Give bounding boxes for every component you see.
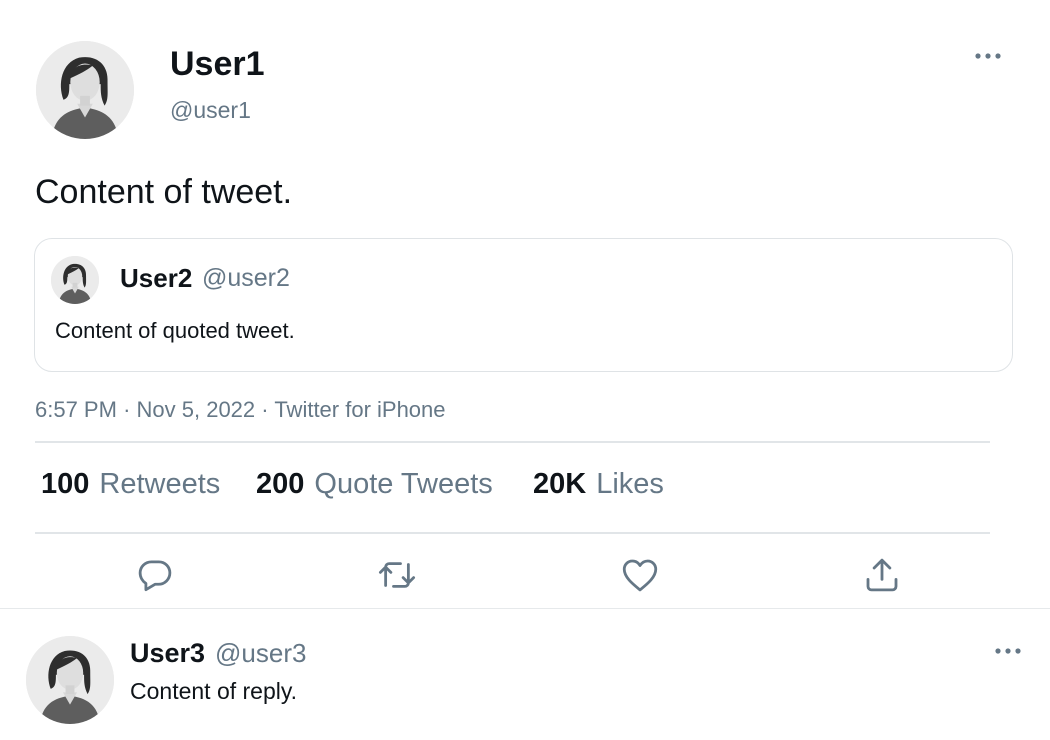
tweet-meta: 6:57 PM · Nov 5, 2022 · Twitter for iPho… — [35, 395, 446, 425]
reply-content: Content of reply. — [130, 678, 298, 704]
retweet-icon — [378, 562, 416, 588]
user3-name[interactable]: User3 — [130, 636, 205, 670]
user3-handle[interactable]: @user3 — [215, 636, 306, 670]
quote-tweets-stat[interactable]: 200 Quote Tweets — [256, 466, 493, 502]
reply-button[interactable] — [134, 554, 176, 596]
user2-name[interactable]: User2 — [120, 262, 192, 294]
user2-avatar[interactable] — [51, 256, 99, 304]
user2-handle[interactable]: @user2 — [202, 262, 290, 294]
user-avatar-icon — [51, 256, 99, 304]
heart-icon — [622, 559, 658, 592]
meta-separator: · — [261, 397, 269, 422]
divider — [35, 441, 990, 443]
retweets-count: 100 — [41, 468, 90, 500]
reply-icon — [138, 560, 172, 592]
reply-more-options-button[interactable] — [992, 640, 1024, 662]
quote-tweets-count: 200 — [256, 468, 305, 500]
meta-separator: · — [123, 397, 131, 422]
likes-count: 20K — [533, 468, 587, 500]
user1-name[interactable]: User1 — [170, 44, 265, 84]
likes-label: Likes — [596, 468, 664, 500]
divider — [0, 608, 1050, 609]
user-avatar-icon — [26, 636, 114, 724]
retweet-button[interactable] — [376, 554, 418, 596]
likes-stat[interactable]: 20K Likes — [533, 466, 664, 502]
user3-avatar[interactable] — [26, 636, 114, 724]
user1-handle[interactable]: @user1 — [170, 96, 251, 124]
more-icon — [975, 53, 1001, 59]
retweets-label: Retweets — [99, 468, 221, 500]
tweet-source[interactable]: Twitter for iPhone — [274, 397, 445, 422]
tweet-content: Content of tweet. — [35, 173, 293, 211]
retweets-stat[interactable]: 100 Retweets — [41, 466, 220, 502]
more-icon — [995, 648, 1021, 654]
tweet-date[interactable]: Nov 5, 2022 — [137, 397, 256, 422]
like-button[interactable] — [619, 554, 661, 596]
user-avatar-icon — [36, 41, 134, 139]
quote-tweets-label: Quote Tweets — [314, 468, 493, 500]
quoted-tweet-card[interactable] — [34, 238, 1013, 372]
user1-avatar[interactable] — [36, 41, 134, 139]
more-options-button[interactable] — [972, 44, 1004, 68]
divider — [35, 532, 990, 534]
share-button[interactable] — [861, 554, 903, 596]
quoted-tweet-content: Content of quoted tweet. — [55, 318, 295, 343]
tweet-time[interactable]: 6:57 PM — [35, 397, 117, 422]
share-icon — [866, 558, 898, 592]
